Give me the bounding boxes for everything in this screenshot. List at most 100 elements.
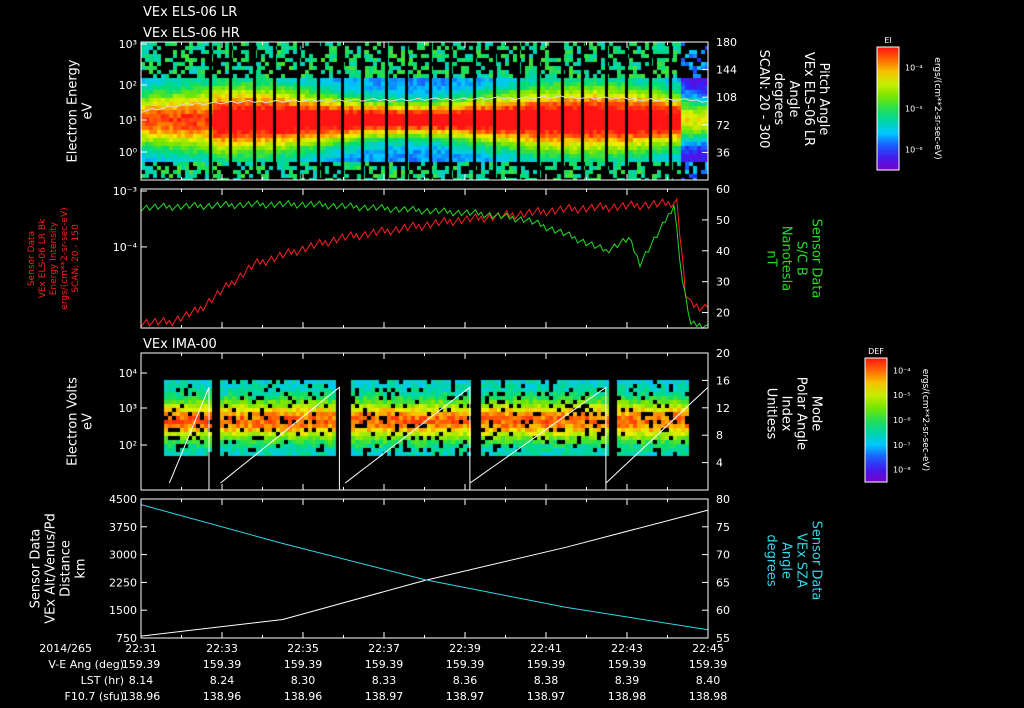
- time-tick-label: 22:31: [125, 642, 157, 655]
- sza-series: [140, 504, 709, 631]
- ima-y2-tick-label: 20: [716, 347, 730, 360]
- altitude-y2-label: Sensor Data: [809, 521, 824, 601]
- altitude-y-tick-label: 3000: [109, 549, 137, 562]
- time-row-value: 8.39: [615, 674, 640, 687]
- els-y-tick-label: 10³: [119, 38, 137, 51]
- time-tick-label: 22:43: [611, 642, 643, 655]
- els-y2-tick-label: 72: [716, 119, 730, 132]
- title-ima: VEx IMA-00: [143, 337, 217, 352]
- time-tick-label: 22:45: [692, 642, 724, 655]
- ima-colorbar: [864, 357, 888, 483]
- time-row-value: 8.24: [210, 674, 235, 687]
- time-tick-label: 22:35: [287, 642, 319, 655]
- els-y2-label: SCAN: 20 - 300: [756, 50, 771, 149]
- els-y-tick-label: 10²: [119, 79, 137, 92]
- time-tick-label: 22:39: [449, 642, 481, 655]
- time-row-value: 159.39: [527, 658, 566, 671]
- sensor-y2-tick-label: 50: [716, 214, 730, 227]
- altitude-y2-tick-label: 80: [716, 493, 730, 506]
- ima-colorbar-unit: ergs/(cm**2-sr-sec-eV): [920, 369, 930, 471]
- time-row-label: V-E Ang (deg): [48, 658, 124, 671]
- sensor-y-label: Energy Intensity: [49, 221, 59, 295]
- altitude-y-tick-label: 2250: [109, 576, 137, 589]
- time-row-value: 138.98: [689, 690, 728, 703]
- els-y2-tick-label: 144: [716, 64, 737, 77]
- altitude-series: [140, 509, 709, 637]
- sensor-y-label: ergs/(cm**2-sr-sec-eV): [60, 207, 70, 309]
- ima-y-label: Electron Volts: [66, 377, 81, 466]
- time-row-value: 8.14: [129, 674, 154, 687]
- plot-canvas: VEx ELS-06 LR VEx ELS-06 HR VEx IMA-00 1…: [27, 5, 942, 703]
- ima-y-tick-label: 10³: [119, 402, 137, 415]
- ima-colorbar-tick: 10⁻⁵: [893, 391, 911, 400]
- altitude-y-tick-label: 3750: [109, 521, 137, 534]
- time-row-value: 138.97: [365, 690, 404, 703]
- time-row-value: 159.39: [689, 658, 728, 671]
- els-y2-label: Angle: [786, 81, 801, 118]
- altitude-y-label: Sensor Data: [29, 529, 44, 609]
- altitude-y2-tick-label: 65: [716, 576, 730, 589]
- ima-colorbar-tick: 10⁻⁶: [893, 416, 911, 425]
- els-colorbar-tick: 10⁻⁵: [905, 105, 923, 114]
- sensor-y2-label: Nanotesla: [779, 226, 794, 291]
- time-row-value: 138.97: [527, 690, 566, 703]
- time-row-value: 138.96: [203, 690, 242, 703]
- altitude-y-tick-label: 4500: [109, 493, 137, 506]
- altitude-y-label: km: [74, 558, 89, 578]
- altitude-y2-tick-label: 70: [716, 549, 730, 562]
- altitude-y2-tick-label: 60: [716, 604, 730, 617]
- time-row-value: 159.39: [608, 658, 647, 671]
- altitude-y-tick-label: 1500: [109, 604, 137, 617]
- els-colorbar-tick: 10⁻⁴: [905, 64, 923, 73]
- els-spectrogram: [141, 42, 708, 180]
- magnetic-field-series: [140, 199, 709, 330]
- ima-y2-label: Unitless: [764, 388, 779, 440]
- sensor-frame: [140, 188, 709, 329]
- ima-y2-tick-label: 8: [716, 429, 723, 442]
- altitude-y2-label: Angle: [779, 542, 794, 579]
- time-row-label: LST (hr): [81, 674, 124, 687]
- els-y2-label: VEx ELS-06 LR: [801, 52, 816, 146]
- els-y2-label: Pitch Angle: [816, 63, 831, 136]
- sensor-y2-tick-label: 60: [716, 183, 730, 196]
- ima-colorbar-label: DEF: [868, 347, 884, 356]
- ima-y2-tick-label: 16: [716, 374, 730, 387]
- altitude-frame: [140, 498, 709, 639]
- time-row-value: 8.36: [453, 674, 478, 687]
- title-lr: VEx ELS-06 LR: [143, 5, 237, 20]
- els-y2-label: degrees: [771, 73, 786, 126]
- els-y2-tick-label: 180: [716, 36, 737, 49]
- sensor-y-label: Sensor Data: [27, 231, 37, 286]
- time-row-value: 8.40: [696, 674, 721, 687]
- ima-y2-tick-label: 4: [716, 457, 723, 470]
- sensor-y2-label: Sensor Data: [809, 219, 824, 299]
- els-colorbar-label: El: [884, 36, 891, 45]
- els-colorbar-tick: 10⁻⁶: [905, 146, 923, 155]
- ima-y2-label: Mode: [809, 396, 824, 431]
- altitude-y2-label: VEx SZA: [794, 533, 809, 588]
- ima-y2-label: Polar Angle: [794, 377, 809, 450]
- sensor-y-tick-label: 10⁻⁴: [113, 241, 138, 254]
- time-row-value: 159.39: [365, 658, 404, 671]
- time-row-value: 159.39: [284, 658, 323, 671]
- els-colorbar-unit: ergs/(cm**2-sr-sec-eV): [932, 57, 942, 159]
- altitude-y2-tick-label: 75: [716, 521, 730, 534]
- time-row-value: 138.98: [608, 690, 647, 703]
- sensor-y2-label: S/C B: [794, 241, 809, 276]
- sensor-y-label: VEx ELS-06 LR Bk: [38, 218, 48, 298]
- time-row-value: 8.30: [291, 674, 316, 687]
- ima-y2-tick-label: 12: [716, 402, 730, 415]
- time-tick-label: 22:33: [206, 642, 238, 655]
- altitude-y-label: Distance: [59, 540, 74, 597]
- time-row-value: 159.39: [446, 658, 485, 671]
- altitude-y2-label: degrees: [764, 534, 779, 587]
- sensor-y-label: SCAN: 20 - 150: [71, 224, 81, 293]
- ima-y2-label: Index: [779, 396, 794, 432]
- ima-y-label: eV: [81, 413, 96, 430]
- altitude-y-label: VEx Alt/Venus/Pd: [44, 513, 59, 624]
- time-tick-label: 22:41: [530, 642, 562, 655]
- els-y-tick-label: 10¹: [119, 114, 137, 127]
- els-y-tick-label: 10⁰: [119, 146, 138, 159]
- els-y-label: Electron Energy: [66, 59, 81, 162]
- els-y-label: eV: [81, 102, 96, 119]
